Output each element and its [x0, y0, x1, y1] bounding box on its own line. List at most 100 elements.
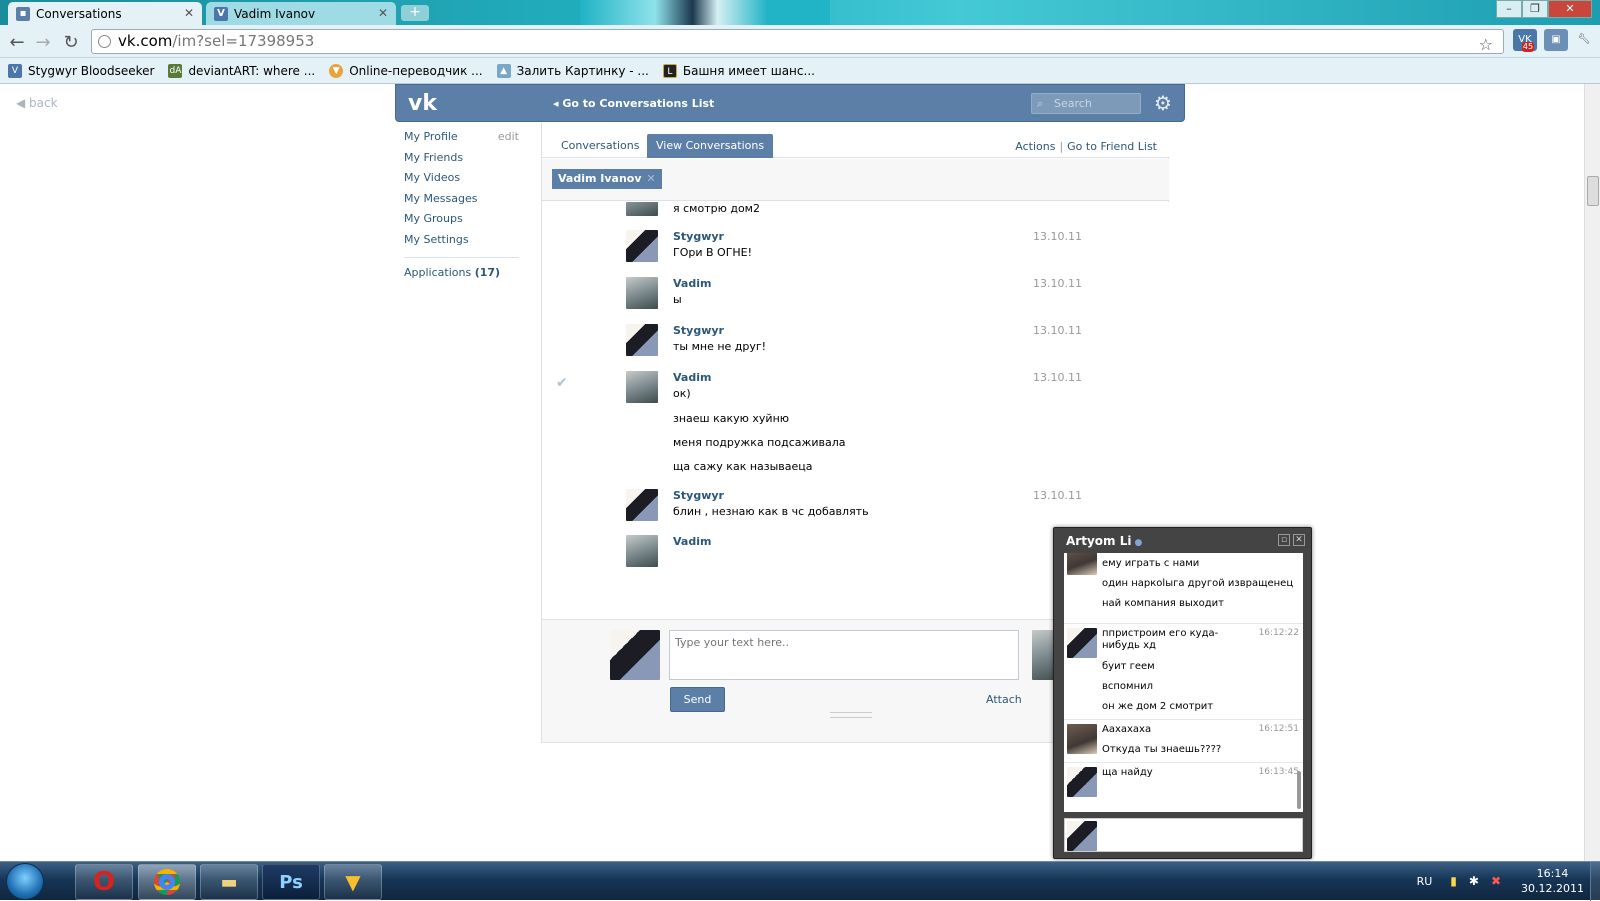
- wrench-icon[interactable]: 🔧︎: [1572, 29, 1596, 51]
- back-link[interactable]: ◀ back: [16, 96, 58, 110]
- forward-arrow-icon[interactable]: →: [32, 32, 54, 53]
- norton-icon[interactable]: ▼: [324, 864, 382, 900]
- avatar[interactable]: [626, 489, 658, 521]
- author-name[interactable]: Vadim: [673, 371, 711, 384]
- author-name[interactable]: Stygwyr: [673, 489, 724, 502]
- opera-icon[interactable]: O: [75, 864, 133, 900]
- author-name[interactable]: Stygwyr: [673, 324, 724, 337]
- author-name[interactable]: Stygwyr: [673, 230, 724, 243]
- close-icon[interactable]: ✕: [378, 6, 388, 20]
- nav-divider: [404, 257, 519, 258]
- chat-text: ппристроим его куда-нибудь хд: [1102, 628, 1219, 651]
- close-icon[interactable]: ✕: [647, 172, 656, 185]
- start-button[interactable]: [6, 863, 44, 900]
- friend-list-link[interactable]: Go to Friend List: [1067, 140, 1157, 153]
- minimize-chat-button[interactable]: ▫: [1278, 534, 1290, 546]
- peer-bar: Vadim Ivanov ✕: [542, 159, 1169, 201]
- star-icon[interactable]: ☆: [1479, 33, 1493, 56]
- bookmark-deviantart[interactable]: dA deviantART: where ...: [168, 63, 316, 78]
- scrollbar-thumb[interactable]: [1587, 176, 1599, 206]
- bookmark-translator[interactable]: ▼ Online-переводчик ...: [329, 63, 483, 78]
- show-desktop-button[interactable]: [1590, 862, 1600, 901]
- applications-count: (17): [474, 266, 501, 279]
- chat-input[interactable]: [1064, 818, 1303, 852]
- message-date: 13.10.11: [1033, 489, 1082, 502]
- goto-conversations-link[interactable]: ◂ Go to Conversations List: [553, 97, 714, 110]
- chrome-icon[interactable]: [138, 864, 196, 900]
- language-indicator[interactable]: RU: [1417, 875, 1433, 888]
- avatar[interactable]: [626, 324, 658, 356]
- author-name[interactable]: Vadim: [673, 277, 711, 290]
- nav-my-settings[interactable]: My Settings: [404, 233, 519, 254]
- avatar[interactable]: [626, 277, 658, 309]
- back-arrow-icon[interactable]: ←: [6, 32, 28, 53]
- avatar[interactable]: [1067, 767, 1097, 797]
- avatar[interactable]: [1067, 628, 1097, 658]
- extension-icon[interactable]: ▣: [1544, 29, 1568, 51]
- chat-title[interactable]: Artyom Li ●: [1066, 534, 1142, 548]
- resize-grip[interactable]: [830, 712, 872, 718]
- close-icon[interactable]: ✕: [184, 6, 194, 20]
- back-label: back: [29, 96, 58, 110]
- tab-view-conversations[interactable]: View Conversations: [647, 134, 774, 158]
- message-date: 13.10.11: [1033, 277, 1082, 290]
- message-text: я смотрю дом2: [673, 202, 760, 215]
- avatar[interactable]: [626, 371, 658, 403]
- attach-link[interactable]: Attach: [986, 693, 1022, 706]
- avatar[interactable]: [626, 202, 658, 216]
- avatar[interactable]: [1067, 553, 1097, 575]
- actions-link[interactable]: Actions: [1015, 140, 1055, 153]
- nav-my-friends[interactable]: My Friends: [404, 151, 519, 172]
- nav-my-messages[interactable]: My Messages: [404, 192, 519, 213]
- my-avatar[interactable]: [610, 630, 660, 680]
- message-date: 13.10.11: [1033, 324, 1082, 337]
- close-window-button[interactable]: ✕: [1548, 0, 1592, 18]
- search-icon: ⌕: [1037, 97, 1044, 110]
- avatar[interactable]: [626, 535, 658, 567]
- bluetooth-icon[interactable]: ✱: [1469, 874, 1479, 888]
- search-input[interactable]: ⌕ Search: [1031, 93, 1141, 114]
- maximize-button[interactable]: ❐: [1522, 0, 1548, 18]
- bookmark-image-host[interactable]: ▲ Залить Картинку - ...: [496, 63, 649, 78]
- peer-chip[interactable]: Vadim Ivanov ✕: [552, 169, 662, 189]
- tab-vadim-ivanov[interactable]: V Vadim Ivanov ✕: [206, 2, 396, 25]
- avatar[interactable]: [626, 230, 658, 262]
- message-text: блин , незнаю как в чс добавлять: [673, 505, 869, 518]
- network-icon[interactable]: ✖: [1491, 874, 1501, 888]
- vk-logo[interactable]: vk: [408, 91, 437, 116]
- clock[interactable]: 16:14 30.12.2011: [1521, 866, 1584, 896]
- author-name[interactable]: Vadim: [673, 535, 711, 548]
- nav-my-profile[interactable]: My Profile edit: [404, 130, 519, 151]
- browser-titlebar: ▪ Conversations ✕ V Vadim Ivanov ✕ + – ❐…: [0, 0, 1600, 25]
- folder-icon[interactable]: ▬: [200, 864, 258, 900]
- reload-icon[interactable]: ↻: [60, 32, 82, 53]
- bookmark-stygwyr[interactable]: V Stygwyr Bloodseeker: [8, 63, 155, 78]
- bookmark-tower[interactable]: L Башня имеет шанс...: [662, 63, 815, 78]
- close-chat-button[interactable]: ✕: [1293, 534, 1305, 546]
- read-check-icon[interactable]: ✔: [556, 375, 568, 391]
- chat-message: ему играть с нами один наркоlыга другой …: [1064, 553, 1303, 623]
- message-text: ты мне не друг!: [673, 340, 767, 353]
- online-indicator-icon: ●: [1134, 538, 1143, 548]
- gear-icon[interactable]: ⚙: [1154, 91, 1172, 115]
- bookmark-label: Stygwyr Bloodseeker: [28, 63, 155, 78]
- avatar[interactable]: [1067, 724, 1097, 754]
- battery-icon[interactable]: ▮: [1450, 874, 1457, 888]
- nav-my-videos[interactable]: My Videos: [404, 171, 519, 192]
- edit-link[interactable]: edit: [498, 130, 519, 143]
- chat-text: он же дом 2 смотрит: [1102, 701, 1214, 712]
- tab-conversations[interactable]: ▪ Conversations ✕: [8, 2, 202, 25]
- nav-applications[interactable]: Applications (17): [404, 266, 519, 287]
- photoshop-icon[interactable]: Ps: [262, 864, 320, 900]
- tab-conversations-list[interactable]: Conversations: [552, 134, 648, 158]
- chat-scrollbar[interactable]: [1297, 771, 1301, 809]
- address-bar[interactable]: vk.com/im?sel=17398953 ☆: [91, 29, 1504, 54]
- new-tab-button[interactable]: +: [401, 5, 429, 21]
- send-button[interactable]: Send: [670, 687, 725, 712]
- chat-text: най компания выходит: [1102, 598, 1225, 609]
- page-scrollbar[interactable]: [1584, 84, 1600, 861]
- nav-my-groups[interactable]: My Groups: [404, 212, 519, 233]
- minimize-button[interactable]: –: [1496, 0, 1522, 18]
- bookmark-label: deviantART: where ...: [188, 63, 316, 78]
- message-input[interactable]: [669, 630, 1019, 680]
